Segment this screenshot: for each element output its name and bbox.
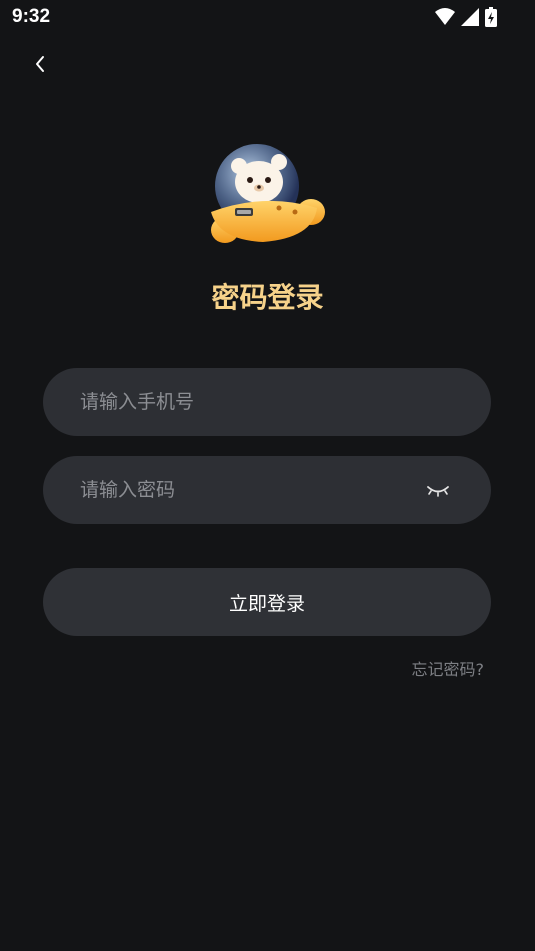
battery-icon	[485, 7, 497, 27]
password-field[interactable]	[43, 456, 491, 524]
phone-input[interactable]	[80, 368, 410, 436]
bear-spaceship-mascot	[205, 138, 329, 250]
login-button[interactable]: 立即登录	[43, 568, 491, 636]
eye-closed-icon[interactable]	[425, 480, 451, 500]
signal-icon	[461, 8, 479, 26]
login-screen: 9:32 密码登录 请输入手机号 立即登录 忘记密码?	[0, 0, 535, 951]
wifi-icon	[435, 8, 455, 26]
chevron-left-icon	[34, 55, 46, 77]
forgot-password-link[interactable]: 忘记密码?	[412, 656, 485, 680]
back-button[interactable]	[26, 52, 54, 80]
page-title: 密码登录	[211, 281, 324, 314]
status-bar: 9:32	[0, 0, 535, 36]
phone-field[interactable]	[43, 368, 491, 436]
status-time: 9:32	[12, 6, 51, 27]
password-input[interactable]	[80, 456, 410, 524]
status-icons	[435, 7, 497, 27]
